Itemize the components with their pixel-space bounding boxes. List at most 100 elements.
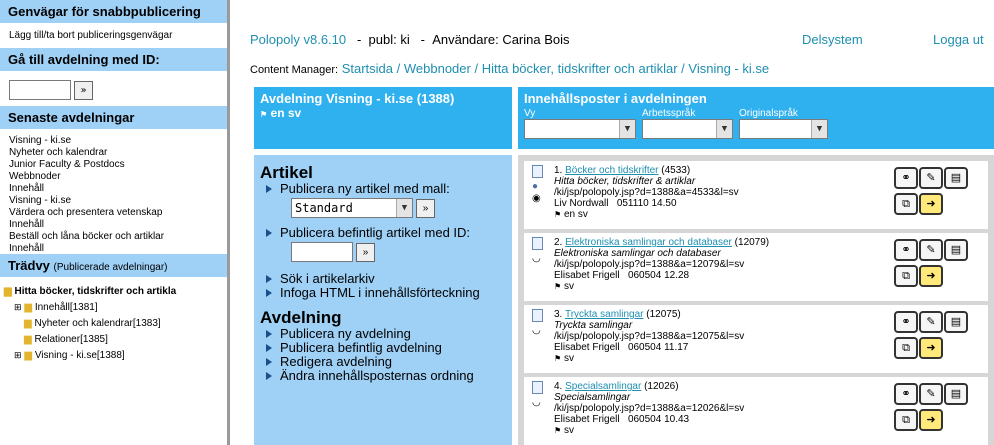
- template-go-button[interactable]: »: [416, 198, 435, 218]
- breadcrumb-item[interactable]: Webbnoder: [404, 61, 471, 76]
- article-id-go-button[interactable]: »: [356, 242, 375, 262]
- flag-icon: ⚑: [554, 354, 562, 363]
- main-area: Polopoly v8.6.10 - publ: ki - Användare:…: [233, 0, 994, 445]
- quick-publish-link[interactable]: Lägg till/ta bort publiceringsgenvägar: [0, 24, 227, 48]
- recent-item[interactable]: Webbnoder: [0, 171, 227, 183]
- tree-node-label: Visning - ki.se[1388]: [34, 350, 125, 361]
- breadcrumb: Content Manager: Startsida / Webbnoder /…: [250, 61, 769, 76]
- expand-icon[interactable]: ⊞: [14, 350, 22, 360]
- item-link[interactable]: Specialsamlingar: [565, 381, 641, 392]
- template-select[interactable]: Standard ▼: [291, 198, 413, 218]
- vy-group: Vy Default ▼: [524, 108, 636, 139]
- publish-existing-dept[interactable]: Publicera befintlig avdelning: [260, 341, 506, 355]
- folder-icon: ▆: [24, 350, 33, 361]
- breadcrumb-item[interactable]: Startsida: [342, 61, 393, 76]
- edit-icon[interactable]: ✎: [919, 239, 943, 261]
- item-link[interactable]: Böcker och tidskrifter: [565, 165, 658, 176]
- recent-item[interactable]: Innehåll: [0, 219, 227, 231]
- item-number: 3.: [554, 309, 563, 320]
- item-id: (12079): [734, 237, 770, 248]
- move-icon[interactable]: ➜: [919, 337, 943, 359]
- item-author: Elisabet Frigell: [554, 414, 620, 425]
- reorder-items[interactable]: Ändra innehållsposternas ordning: [260, 369, 506, 383]
- article-id-row: »: [260, 242, 506, 262]
- breadcrumb-item[interactable]: Hitta böcker, tidskrifter och artiklar: [482, 61, 678, 76]
- copy-icon[interactable]: ⧉: [894, 409, 918, 431]
- link-icon[interactable]: ⚭: [894, 167, 918, 189]
- edit-dept[interactable]: Redigera avdelning: [260, 355, 506, 369]
- dept-section-title: Avdelning: [260, 308, 342, 327]
- template-row: Standard ▼»: [260, 198, 506, 218]
- edit-icon[interactable]: ✎: [919, 311, 943, 333]
- subsystem-link[interactable]: Delsystem: [802, 32, 863, 47]
- document-icon: [532, 165, 543, 178]
- edit-list-icon[interactable]: ▤: [944, 167, 968, 189]
- new-article-template[interactable]: Publicera ny artikel med mall:: [260, 182, 506, 196]
- link-icon[interactable]: ⚭: [894, 383, 918, 405]
- insert-html-link[interactable]: Infoga HTML i innehållsförteckning: [260, 286, 506, 300]
- link-icon[interactable]: ⚭: [894, 311, 918, 333]
- copy-icon[interactable]: ⧉: [894, 265, 918, 287]
- eye-closed-icon: ◡: [532, 253, 541, 264]
- move-icon[interactable]: ➜: [919, 193, 943, 215]
- link-icon[interactable]: ⚭: [894, 239, 918, 261]
- document-icon: [532, 309, 543, 322]
- edit-icon[interactable]: ✎: [919, 167, 943, 189]
- flag-icon: ⚑: [260, 110, 268, 119]
- item-buttons: ⚭ ✎ ▤ ⧉ ➜: [894, 311, 978, 363]
- actions-panel: Artikel Publicera ny artikel med mall: S…: [254, 155, 512, 445]
- article-id-input[interactable]: [291, 242, 353, 262]
- tree-node[interactable]: ▆ Nyheter och kalendrar[1383]: [4, 318, 223, 334]
- left-panel: Genvägar för snabbpublicering Lägg till/…: [0, 0, 230, 445]
- breadcrumb-sep: /: [681, 61, 685, 76]
- tree-node[interactable]: ▆ Relationer[1385]: [4, 334, 223, 350]
- move-icon[interactable]: ➜: [919, 409, 943, 431]
- tree-node[interactable]: ⊞ ▆ Innehåll[1381]: [4, 302, 223, 318]
- recent-item[interactable]: Beställ och låna böcker och artiklar: [0, 231, 227, 243]
- breadcrumb-item[interactable]: Visning - ki.se: [688, 61, 769, 76]
- item-lang: sv: [563, 281, 574, 292]
- filter-row: Vy Default ▼ Arbetsspråk Svenska ▼ Originals…: [524, 108, 988, 139]
- item-lang: sv: [563, 425, 574, 436]
- folder-icon: ▆: [24, 334, 32, 345]
- copy-icon[interactable]: ⧉: [894, 337, 918, 359]
- item-link[interactable]: Tryckta samlingar: [565, 309, 644, 320]
- goto-dept-button[interactable]: »: [74, 80, 93, 100]
- flag-icon: ⚑: [554, 210, 562, 219]
- content-list: ● ◉ 1. Böcker och tidskrifter (4533) Hit…: [518, 155, 994, 445]
- recent-item[interactable]: Visning - ki.se: [0, 135, 227, 147]
- recent-item[interactable]: Visning - ki.se: [0, 195, 227, 207]
- dept-header: Avdelning Visning - ki.se (1388) ⚑ en sv: [254, 87, 512, 149]
- dept-langs-text: en sv: [270, 106, 302, 120]
- recent-item[interactable]: Junior Faculty & Postdocs: [0, 159, 227, 171]
- edit-icon[interactable]: ✎: [919, 383, 943, 405]
- publish-new-dept[interactable]: Publicera ny avdelning: [260, 327, 506, 341]
- list-item: ◡ 4. Specialsamlingar (12026) Specialsam…: [524, 377, 988, 445]
- recent-header: Senaste avdelningar: [0, 106, 227, 130]
- copy-icon[interactable]: ⧉: [894, 193, 918, 215]
- edit-list-icon[interactable]: ▤: [944, 383, 968, 405]
- orig-lang-group: Originalspråk Svenska ▼: [739, 108, 828, 139]
- tree-root[interactable]: ▆ Hitta böcker, tidskrifter och artikla: [4, 286, 223, 302]
- recent-item[interactable]: Nyheter och kalendrar: [0, 147, 227, 159]
- item-id: (12026): [644, 381, 679, 392]
- logout-link[interactable]: Logga ut: [933, 32, 984, 47]
- publ-value: ki: [400, 32, 410, 47]
- move-icon[interactable]: ➜: [919, 265, 943, 287]
- search-archive-link[interactable]: Sök i artikelarkiv: [260, 272, 506, 286]
- folder-icon: ▆: [24, 302, 33, 313]
- work-lang-select[interactable]: Svenska ▼: [642, 119, 733, 139]
- expand-icon[interactable]: ⊞: [14, 302, 22, 312]
- recent-item[interactable]: Värdera och presentera vetenskap: [0, 207, 227, 219]
- edit-list-icon[interactable]: ▤: [944, 239, 968, 261]
- recent-item[interactable]: Innehåll: [0, 183, 227, 195]
- publish-existing-article[interactable]: Publicera befintlig artikel med ID:: [260, 226, 506, 240]
- tree-node[interactable]: ⊞ ▆ Visning - ki.se[1388]: [4, 350, 223, 366]
- work-lang-group: Arbetsspråk Svenska ▼: [642, 108, 733, 139]
- orig-lang-select[interactable]: Svenska ▼: [739, 119, 828, 139]
- edit-list-icon[interactable]: ▤: [944, 311, 968, 333]
- item-link[interactable]: Elektroniska samlingar och databaser: [565, 237, 732, 248]
- vy-select[interactable]: Default ▼: [524, 119, 636, 139]
- dept-id-input[interactable]: [9, 80, 71, 100]
- tree-root-label: Hitta böcker, tidskrifter och artikla: [14, 286, 177, 297]
